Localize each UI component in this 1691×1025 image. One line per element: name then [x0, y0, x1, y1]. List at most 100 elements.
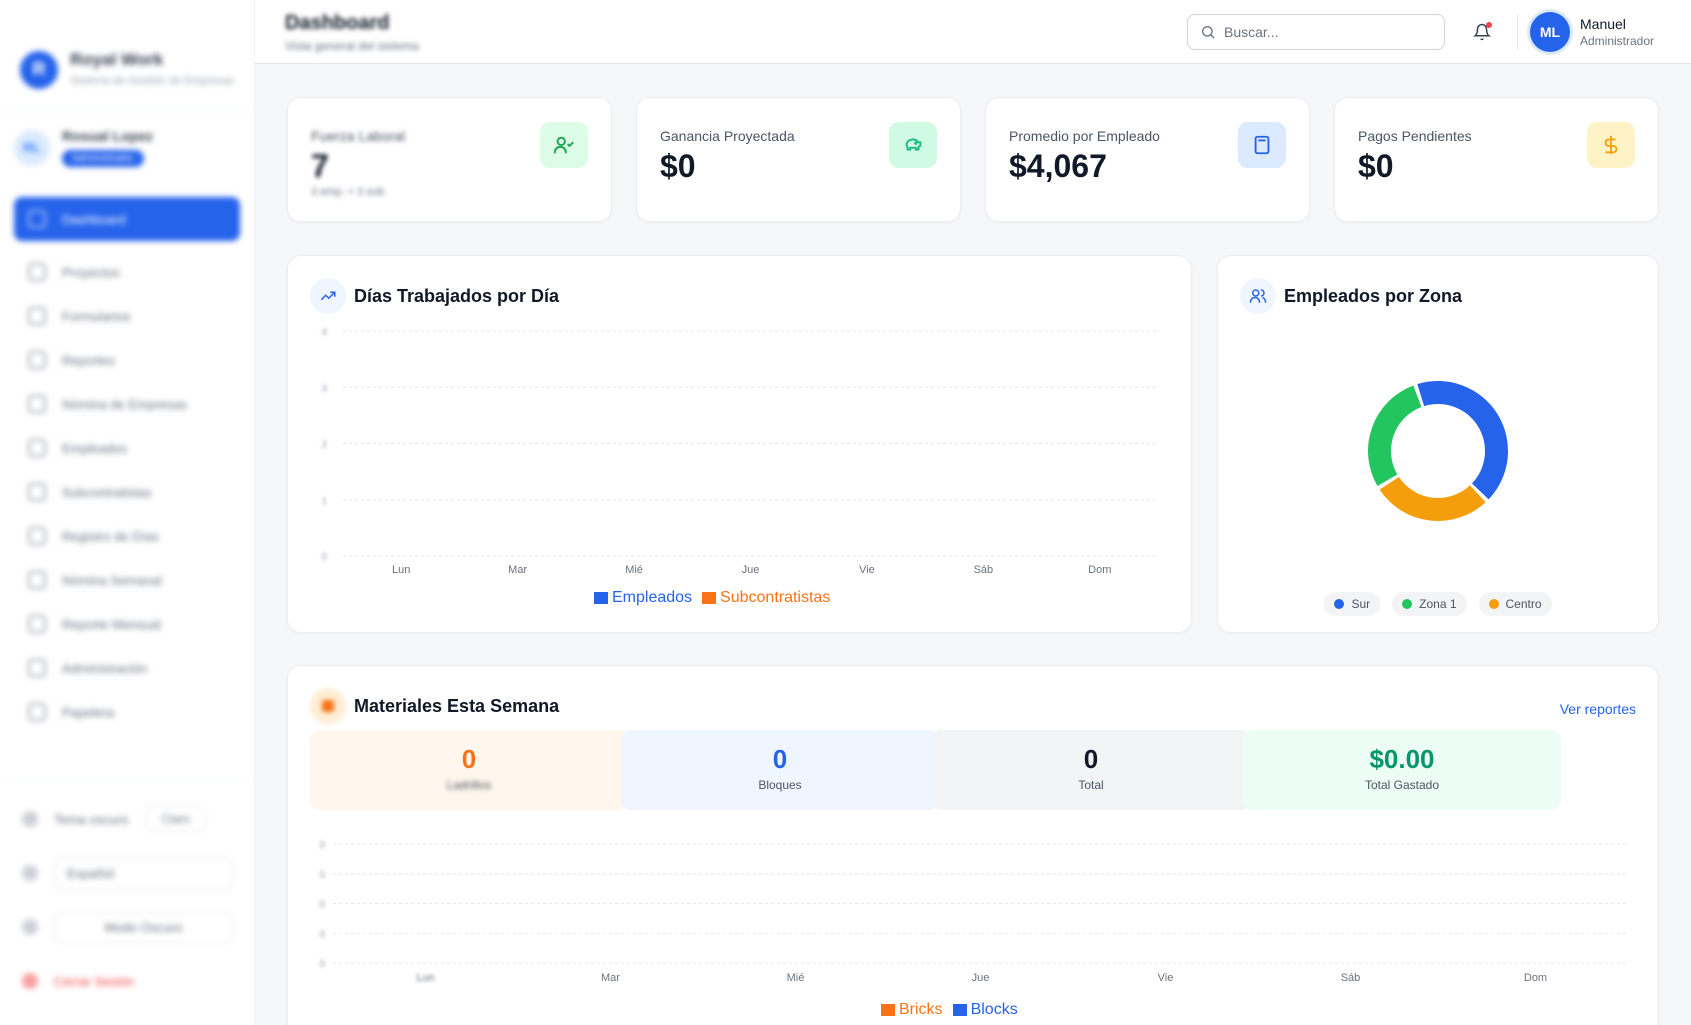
sidebar-user-avatar: RL — [14, 129, 50, 166]
zone-legend: Sur Zona 1 Centro — [1218, 592, 1658, 616]
stat-card-0[interactable]: Fuerza Laboral 7 3 emp. + 3 sub. — [287, 97, 612, 222]
sidebar-content: R Royal Work Sistema de Gestión de Empre… — [0, 0, 254, 749]
sidebar-user-role: Administrador — [62, 150, 144, 167]
x-tick-label: Dom — [1088, 564, 1111, 576]
y-tick-label: 0 — [319, 840, 325, 851]
sidebar-item-0[interactable]: Dashboard — [14, 197, 240, 241]
brand[interactable]: R Royal Work Sistema de Gestión de Empre… — [0, 0, 254, 110]
notification-badge — [1486, 22, 1492, 28]
zone-legend-item[interactable]: Sur — [1324, 592, 1381, 616]
folder-icon — [28, 263, 46, 281]
slice-zona-1[interactable] — [1368, 385, 1422, 487]
brand-logo: R — [20, 50, 58, 89]
sidebar-item-2[interactable]: Formularios — [14, 297, 240, 335]
materials-chart: 0 0 0 0 0 Lun Mar Mié Jue Vie Sáb Dom — [319, 840, 1628, 984]
sidebar-item-3[interactable]: Reportes — [14, 341, 240, 379]
search-box[interactable] — [1187, 14, 1445, 50]
sun-icon — [22, 919, 38, 935]
days-legend: Empleados Subcontratistas — [594, 589, 840, 607]
globe-icon — [22, 865, 38, 881]
legend-item-subcontratistas[interactable]: Subcontratistas — [702, 589, 830, 607]
days-chart-card: Días Trabajados por Día 0 1 2 3 4 Lun Mar Mié Ju… — [287, 255, 1192, 633]
search-icon — [1202, 26, 1215, 39]
theme-toggle[interactable]: Tema oscuro Claro — [22, 801, 233, 837]
stat-sub: 3 emp. + 3 sub. — [311, 186, 388, 198]
avatar: ML — [1530, 12, 1570, 52]
piggy-bank-icon — [889, 122, 937, 168]
x-tick-label: Mié — [625, 564, 643, 576]
sidebar-item-11[interactable]: Papelera — [14, 693, 240, 731]
sidebar-item-label: Nómina Semanal — [62, 572, 162, 588]
x-tick-label: Vie — [1158, 972, 1174, 984]
trash-icon — [28, 703, 46, 721]
grid-icon — [28, 210, 46, 228]
logout-button[interactable]: Cerrar Sesión — [22, 963, 233, 999]
brand-name: Royal Work — [70, 49, 164, 69]
dollar-icon — [1587, 122, 1635, 168]
y-tick-label: 0 — [319, 959, 325, 970]
calculator-icon — [1238, 122, 1286, 168]
sidebar-item-1[interactable]: Proyectos — [14, 253, 240, 291]
stat-card-2[interactable]: Promedio por Empleado $4,067 — [985, 97, 1310, 222]
sidebar-item-label: Subcontratistas — [62, 484, 152, 500]
x-tick-label: Lun — [416, 972, 434, 984]
legend-item-bricks[interactable]: Bricks — [881, 1001, 943, 1019]
sidebar-item-7[interactable]: Registro de Días — [14, 517, 240, 555]
y-tick-label: 1 — [321, 496, 327, 507]
sidebar-user-name: Rosual Lopez — [62, 128, 154, 144]
sidebar: R Royal Work Sistema de Gestión de Empre… — [0, 0, 255, 1025]
logout-icon — [22, 973, 38, 989]
stat-label: Pagos Pendientes — [1358, 128, 1472, 144]
page-title: Dashboard — [285, 12, 390, 34]
sidebar-item-label: Nómina de Empresas — [62, 396, 187, 412]
x-tick-label: Jue — [972, 972, 990, 984]
stat-card-3[interactable]: Pagos Pendientes $0 — [1334, 97, 1659, 222]
stat-label: Promedio por Empleado — [1009, 128, 1160, 144]
materials-legend: Bricks Blocks — [881, 1001, 1028, 1019]
zone-legend-label: Sur — [1351, 597, 1371, 611]
legend-item-blocks[interactable]: Blocks — [952, 1001, 1018, 1019]
user-menu[interactable]: ML Manuel Administrador — [1530, 12, 1654, 52]
sidebar-item-6[interactable]: Subcontratistas — [14, 473, 240, 511]
zone-legend-item[interactable]: Centro — [1478, 592, 1552, 616]
settings-icon — [28, 659, 46, 677]
chart-icon — [28, 351, 46, 369]
sidebar-item-5[interactable]: Empleados — [14, 429, 240, 467]
sidebar-item-label: Administración — [62, 660, 148, 676]
zone-legend-label: Zona 1 — [1419, 597, 1457, 611]
x-tick-label: Lun — [392, 564, 410, 576]
search-input[interactable] — [1224, 24, 1424, 40]
sidebar-item-label: Dashboard — [62, 211, 126, 227]
notifications-button[interactable] — [1470, 20, 1494, 44]
x-tick-label: Sáb — [974, 564, 994, 576]
zone-legend-label: Centro — [1505, 597, 1542, 611]
language-select[interactable]: Español — [22, 855, 233, 891]
zone-legend-item[interactable]: Zona 1 — [1392, 592, 1467, 616]
sidebar-item-label: Empleados — [62, 440, 128, 456]
x-tick-label: Mar — [601, 972, 620, 984]
slice-sur[interactable] — [1417, 381, 1508, 500]
sidebar-item-label: Formularios — [62, 308, 131, 324]
sidebar-item-10[interactable]: Administración — [14, 649, 240, 687]
legend-item-empleados[interactable]: Empleados — [594, 589, 692, 607]
legend-dot — [1402, 599, 1413, 609]
sidebar-item-label: Registro de Días — [62, 528, 159, 544]
moon-icon — [22, 811, 38, 827]
stat-card-1[interactable]: Ganancia Proyectada $0 — [636, 97, 961, 222]
theme-value: Claro — [146, 805, 206, 833]
x-tick-label: Dom — [1524, 972, 1547, 984]
x-tick-label: Jue — [742, 564, 760, 576]
slice-centro[interactable] — [1379, 476, 1486, 521]
mode-label: Modo Oscuro — [54, 910, 233, 944]
mode-button[interactable]: Modo Oscuro — [22, 909, 233, 945]
stat-value: $0 — [660, 148, 696, 184]
x-tick-label: Sáb — [1341, 972, 1361, 984]
sidebar-item-4[interactable]: Nómina de Empresas — [14, 385, 240, 423]
payroll-icon — [28, 395, 46, 413]
money-icon — [28, 571, 46, 589]
page-subtitle: Vista general del sistema — [285, 39, 419, 53]
sidebar-item-8[interactable]: Nómina Semanal — [14, 561, 240, 599]
sidebar-item-9[interactable]: Reporte Mensual — [14, 605, 240, 643]
header-divider — [1517, 14, 1518, 50]
x-tick-label: Mié — [787, 972, 805, 984]
